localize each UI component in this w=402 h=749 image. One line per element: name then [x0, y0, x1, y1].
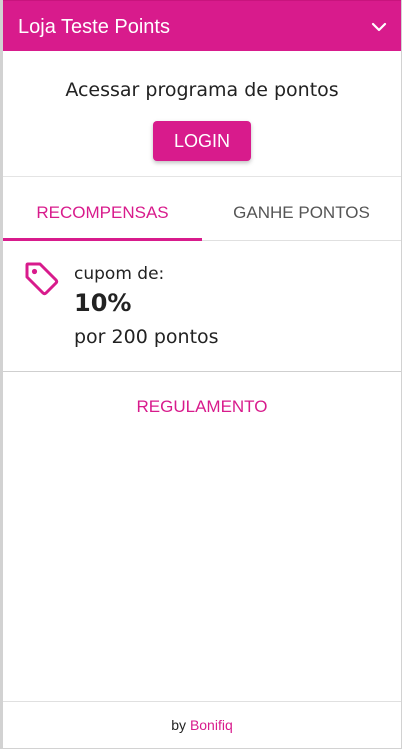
login-button[interactable]: LOGIN [153, 121, 251, 161]
tab-earn-points[interactable]: GANHE PONTOS [202, 177, 401, 239]
tab-rewards[interactable]: RECOMPENSAS [3, 177, 202, 239]
reward-item: cupom de: 10% por 200 pontos [3, 241, 401, 372]
tag-icon [25, 262, 59, 296]
chevron-down-icon[interactable] [371, 19, 387, 35]
access-program-text: Acessar programa de pontos [65, 79, 339, 101]
footer: by Bonifiq [3, 715, 401, 735]
bonifiq-link[interactable]: Bonifiq [190, 717, 233, 733]
widget-header[interactable]: Loja Teste Points [3, 0, 401, 51]
tab-bar: RECOMPENSAS GANHE PONTOS [3, 177, 401, 241]
coupon-value: 10% [74, 289, 132, 317]
footer-by-text: by [171, 717, 187, 733]
coupon-label: cupom de: [74, 264, 165, 284]
coupon-points-cost: por 200 pontos [74, 326, 219, 348]
rules-link[interactable]: REGULAMENTO [3, 396, 401, 418]
points-widget: Loja Teste Points Acessar programa de po… [0, 0, 402, 749]
store-title: Loja Teste Points [18, 16, 170, 38]
footer-divider [3, 701, 401, 702]
